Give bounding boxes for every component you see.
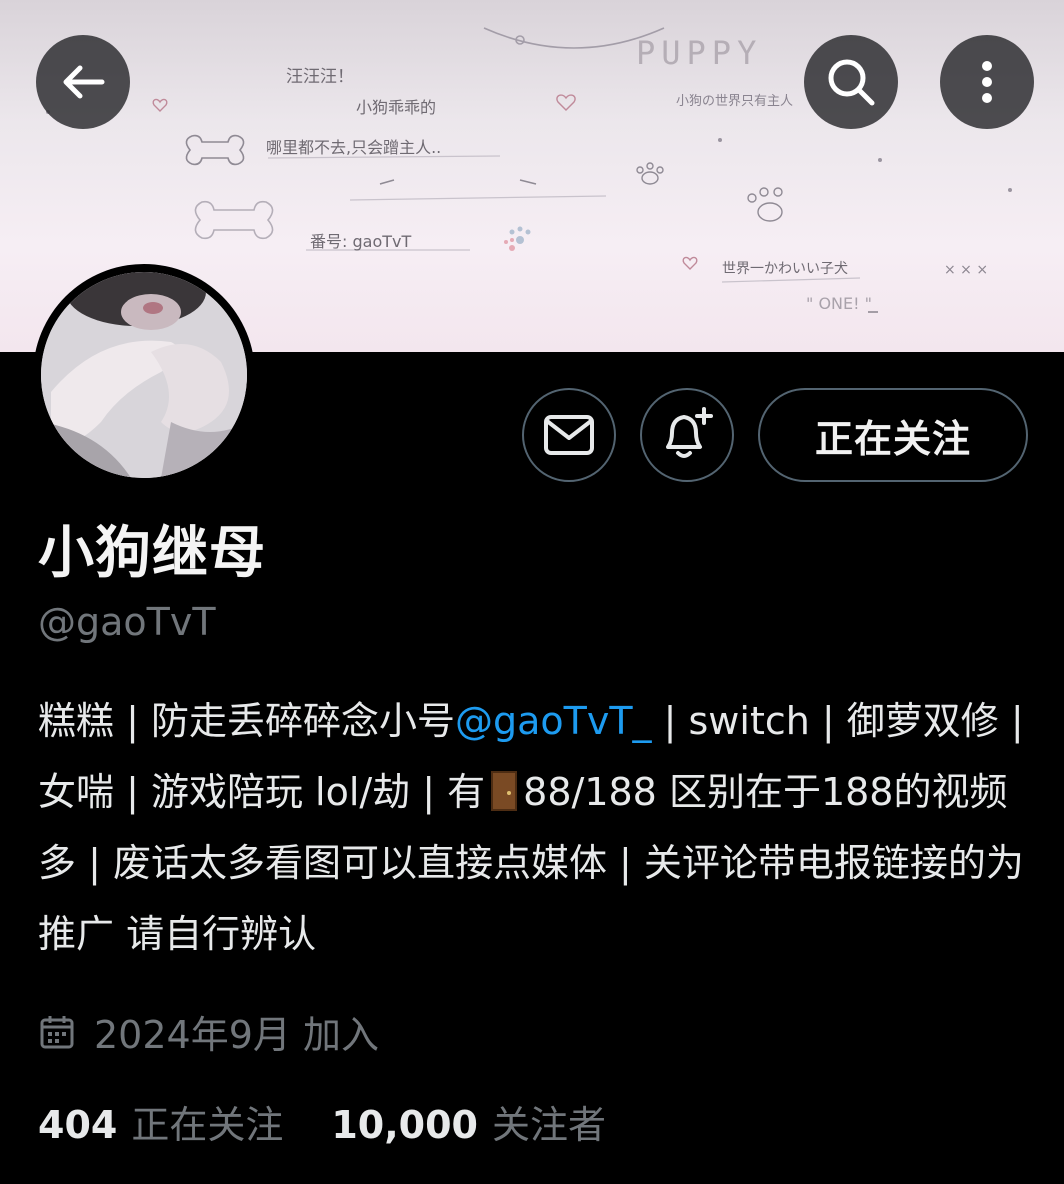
calendar-icon — [40, 1015, 74, 1048]
banner-doodle-text: × × × — [944, 262, 989, 278]
follow-stats: 404 正在关注 10,000 关注者 — [38, 1094, 606, 1149]
mail-icon — [544, 415, 594, 455]
more-options-button[interactable] — [940, 35, 1034, 129]
back-button[interactable] — [36, 35, 130, 129]
avatar-image — [41, 272, 247, 478]
banner-doodle-text: " ONE! " — [806, 294, 872, 313]
banner-doodle-text: 世界一かわいい子犬 — [722, 261, 848, 277]
bio: 糕糕 | 防走丢碎碎念小号@gaoTvT_ | switch | 御萝双修 | … — [38, 686, 1038, 970]
bio-text: 糕糕 | 防走丢碎碎念小号 — [38, 699, 455, 743]
joined-date: 2024年9月 加入 — [38, 1004, 379, 1059]
following-count: 404 — [38, 1103, 118, 1147]
banner-doodle-text: 哪里都不去,只会蹭主人.. — [266, 138, 442, 157]
avatar-photo — [41, 272, 247, 478]
joined-text: 2024年9月 加入 — [94, 1013, 379, 1057]
following-button[interactable]: 正在关注 — [758, 388, 1028, 482]
banner-doodle-text: 小狗乖乖的 — [356, 98, 437, 117]
followers-label: 关注者 — [491, 1103, 606, 1147]
following-label: 正在关注 — [131, 1103, 284, 1147]
bell-plus-icon — [666, 407, 713, 458]
followers-count: 10,000 — [331, 1103, 478, 1147]
notify-button[interactable] — [640, 388, 734, 482]
display-name: 小狗继母 — [38, 521, 266, 586]
followers-link[interactable]: 10,000 关注者 — [331, 1094, 606, 1149]
banner-doodle-text: 小狗の世界只有主人 — [676, 94, 794, 109]
banner-doodle-text: 汪汪汪！ — [286, 67, 354, 87]
search-icon — [828, 59, 875, 106]
avatar[interactable] — [33, 264, 255, 486]
following-link[interactable]: 404 正在关注 — [38, 1094, 283, 1149]
message-button[interactable] — [522, 388, 616, 482]
banner-doodle-text: 番号: gaoTvT — [310, 232, 412, 251]
user-handle: @gaoTvT — [38, 600, 216, 644]
door-emoji-icon — [491, 771, 518, 811]
arrow-left-icon — [63, 65, 105, 99]
bio-mention-link[interactable]: @gaoTvT_ — [455, 699, 652, 743]
banner-doodle-text: PUPPY — [636, 34, 763, 72]
search-button[interactable] — [804, 35, 898, 129]
more-vertical-icon — [982, 61, 992, 103]
